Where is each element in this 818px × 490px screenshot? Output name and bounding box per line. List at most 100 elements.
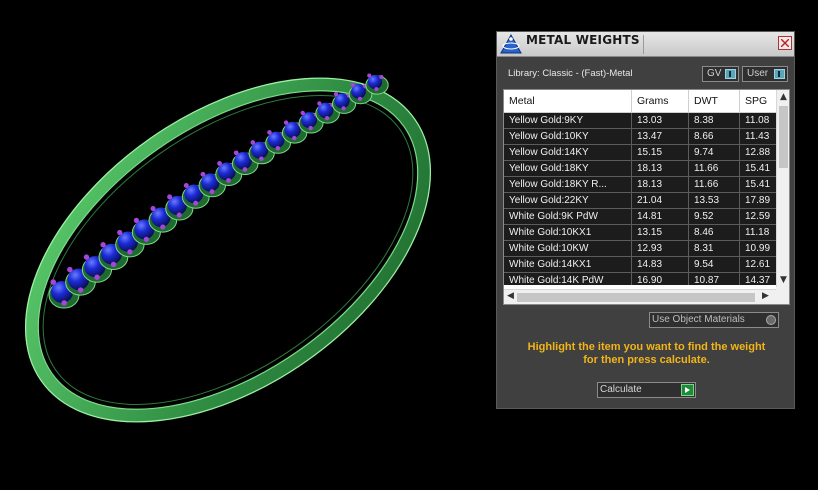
calculate-label: Calculate [600, 384, 642, 395]
prong [317, 101, 322, 106]
vertical-scroll-thumb[interactable] [779, 106, 788, 168]
table-row[interactable]: Yellow Gold:14KY 15.15 9.74 12.88 [504, 145, 776, 161]
table-row[interactable]: White Gold:10KX1 13.15 8.46 11.18 [504, 225, 776, 241]
column-header-dwt[interactable]: DWT [689, 90, 740, 112]
prong [217, 161, 222, 166]
cell-spg: 12.61 [745, 259, 771, 270]
cell-metal: White Gold:14KX1 [504, 257, 632, 272]
table-row[interactable]: Yellow Gold:9KY 13.03 8.38 11.08 [504, 113, 776, 129]
table-row[interactable]: White Gold:10KW 12.93 8.31 10.99 [504, 241, 776, 257]
prong [350, 82, 355, 87]
prong [117, 229, 123, 236]
cell-dwt: 11.66 [689, 161, 740, 176]
cell-grams: 13.03 [632, 113, 689, 128]
user-label: User [747, 68, 769, 79]
prong [167, 194, 173, 200]
prong [200, 171, 206, 177]
ring-band-outer [24, 77, 432, 423]
cell-dwt: 9.52 [689, 209, 740, 224]
close-button[interactable] [778, 36, 792, 50]
prong [333, 91, 339, 97]
cell-spg: 11.08 [745, 115, 770, 126]
panel-titlebar[interactable]: METAL WEIGHTS [497, 32, 794, 57]
instruction-text: Highlight the item you want to find the … [503, 341, 790, 367]
prong [308, 125, 313, 131]
cell-metal: White Gold:10KW [504, 241, 632, 256]
metal-weights-table[interactable]: Metal Grams DWT SPG Yellow Gold:9KY 13.03… [503, 89, 790, 305]
scroll-up-icon[interactable]: ▲ [780, 92, 787, 102]
table-row[interactable]: White Gold:9K PdW 14.81 9.52 12.59 [504, 209, 776, 225]
table-row[interactable]: Yellow Gold:18KY 18.13 11.66 15.41 [504, 161, 776, 177]
user-library-toggle[interactable]: User [742, 66, 788, 82]
cell-dwt: 11.66 [689, 177, 740, 192]
prong [110, 261, 117, 268]
close-icon [781, 39, 789, 47]
prong [50, 279, 56, 285]
ring-model[interactable] [0, 8, 493, 490]
prong [242, 167, 248, 172]
table-row[interactable]: White Gold:14K PdW 16.90 10.87 14.37 [504, 273, 776, 285]
table-row[interactable]: Yellow Gold:18KY R... 18.13 11.66 15.41 [504, 177, 776, 193]
gv-library-toggle[interactable]: GV [702, 66, 739, 82]
cell-dwt: 10.87 [689, 273, 740, 285]
prong [193, 200, 199, 206]
cell-metal: Yellow Gold:9KY [504, 113, 632, 128]
table-row[interactable]: Yellow Gold:10KY 13.47 8.66 11.43 [504, 129, 776, 145]
cell-metal: Yellow Gold:10KY [504, 129, 632, 144]
prong [133, 217, 139, 223]
cell-dwt: 8.46 [689, 225, 740, 240]
cell-grams: 12.93 [632, 241, 689, 256]
horizontal-scrollbar[interactable]: ◀ ▶ [504, 289, 789, 304]
table-row[interactable]: White Gold:14KX1 14.83 9.54 12.61 [504, 257, 776, 273]
cell-grams: 15.15 [632, 145, 689, 160]
cell-dwt: 9.74 [689, 145, 740, 160]
cell-grams: 14.81 [632, 209, 689, 224]
prong [292, 135, 297, 141]
cell-grams: 13.15 [632, 225, 689, 240]
prong [341, 106, 346, 111]
prong [127, 249, 133, 255]
column-header-grams[interactable]: Grams [632, 90, 689, 112]
use-object-materials-toggle[interactable]: Use Object Materials [649, 312, 779, 328]
column-header-metal[interactable]: Metal [504, 90, 632, 112]
panel-title: METAL WEIGHTS [526, 33, 640, 47]
table-body: Yellow Gold:9KY 13.03 8.38 11.08 Yellow Gold… [504, 113, 776, 285]
scroll-right-icon[interactable]: ▶ [762, 291, 769, 301]
cell-grams: 21.04 [632, 193, 689, 208]
library-label: Library: Classic - (Fast)-Metal [508, 68, 633, 79]
cell-dwt: 8.31 [689, 241, 740, 256]
prong [275, 146, 281, 151]
horizontal-scroll-thumb[interactable] [517, 293, 755, 302]
toggle-knob-icon [766, 315, 776, 325]
cell-spg: 15.41 [745, 163, 771, 174]
prong [379, 74, 384, 80]
scrollbar-corner [776, 287, 789, 304]
scroll-down-icon[interactable]: ▼ [780, 275, 787, 285]
prong [267, 130, 272, 135]
prong [324, 116, 330, 121]
use-object-materials-label: Use Object Materials [652, 314, 745, 325]
gv-label: GV [707, 68, 722, 79]
prong [209, 189, 215, 195]
cell-grams: 13.47 [632, 129, 689, 144]
scroll-left-icon[interactable]: ◀ [507, 291, 514, 301]
prong [374, 87, 379, 92]
prong [150, 205, 156, 212]
prong [143, 236, 149, 242]
cell-dwt: 8.38 [689, 113, 740, 128]
cell-metal: Yellow Gold:22KY [504, 193, 632, 208]
cell-spg: 17.89 [745, 195, 771, 206]
table-row[interactable]: Yellow Gold:22KY 21.04 13.53 17.89 [504, 193, 776, 209]
prong [250, 140, 256, 145]
column-header-spg[interactable]: SPG [740, 90, 780, 112]
toggle-icon [774, 69, 785, 79]
vertical-scrollbar[interactable]: ▲ ▼ [776, 90, 789, 287]
ring-band-edge [24, 77, 432, 423]
calculate-button[interactable]: Calculate [597, 382, 696, 398]
prong [94, 274, 100, 280]
instruction-line-2: for then press calculate. [583, 354, 710, 366]
toggle-icon [725, 69, 736, 79]
prong [300, 110, 305, 116]
table-header: Metal Grams DWT SPG [504, 90, 776, 113]
cell-metal: Yellow Gold:18KY [504, 161, 632, 176]
